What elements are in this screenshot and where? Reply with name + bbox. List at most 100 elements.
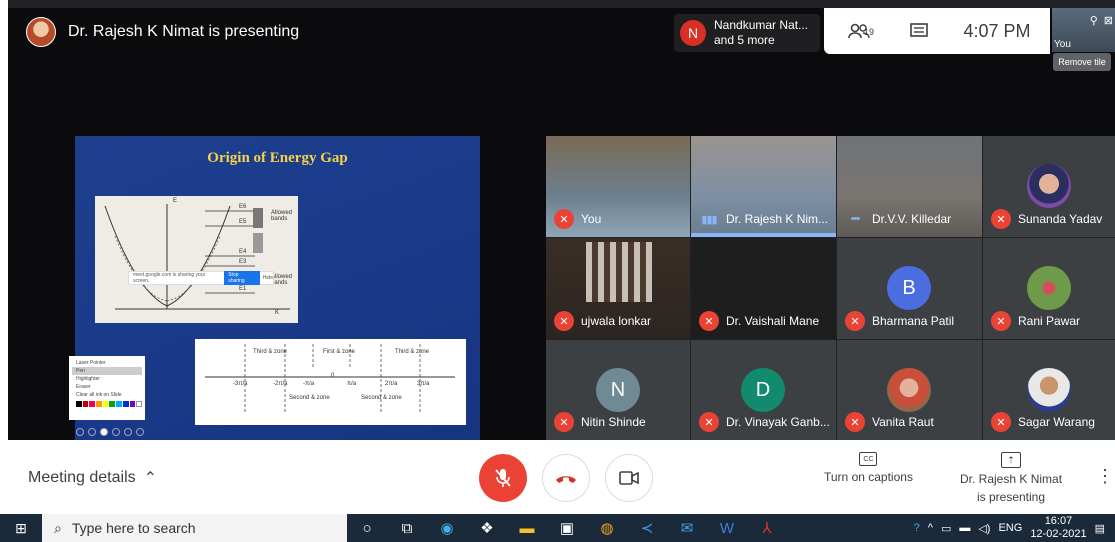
visual-studio-icon[interactable]: ≺	[627, 514, 667, 542]
remove-tile-icon[interactable]: ⊠	[1104, 14, 1113, 27]
chrome-icon[interactable]: ◍	[587, 514, 627, 542]
energy-band-diagram: Allowed bands Allowed bands E6 E5 E4 E3 …	[95, 196, 298, 323]
color-swatch[interactable]	[116, 401, 122, 407]
more-options-icon[interactable]	[136, 428, 144, 436]
camera-icon	[619, 471, 639, 485]
presenting-line1: Dr. Rajesh K Nimat	[960, 472, 1063, 486]
color-swatch[interactable]	[122, 401, 129, 407]
tile-name: ujwala lonkar	[581, 314, 652, 328]
stop-sharing-button[interactable]: Stop sharing	[224, 271, 260, 285]
window-background	[586, 242, 652, 302]
people-count: 19	[864, 27, 875, 37]
participant-tile[interactable]: ••• Dr.V.V. Killedar	[837, 136, 982, 237]
word-icon[interactable]: W	[707, 514, 747, 542]
menu-clear-ink[interactable]: Clear all ink on Slide	[72, 391, 142, 399]
windows-start-icon[interactable]: ⊞	[0, 514, 42, 542]
windows-taskbar: ⊞ ⌕ Type here to search ○ ⧉ ◉ ❖ ▬ ▣ ◍ ≺ …	[0, 514, 1115, 542]
tile-label: ✕ Sagar Warang	[991, 412, 1095, 432]
battery-icon[interactable]: ▬	[959, 522, 970, 534]
task-view-icon[interactable]: ⧉	[387, 514, 427, 542]
menu-highlighter[interactable]: Highlighter	[72, 375, 142, 383]
participant-tile[interactable]: D ✕ Dr. Vinayak Ganb...	[691, 340, 836, 440]
network-icon[interactable]: ▭	[941, 522, 951, 535]
mic-off-icon: ✕	[991, 311, 1011, 331]
volume-icon[interactable]: ◁)	[978, 522, 990, 535]
file-explorer-icon[interactable]: ▬	[507, 514, 547, 542]
participant-grid: ✕ You ▮▮▮ Dr. Rajesh K Nim... ••• Dr.V.V. K…	[546, 136, 1115, 440]
captions-button[interactable]: CC Turn on captions	[824, 452, 913, 484]
end-call-button[interactable]	[542, 454, 590, 502]
participant-letter-avatar: B	[887, 266, 931, 310]
participant-tile[interactable]: ✕ ujwala lonkar	[546, 238, 690, 339]
color-swatch[interactable]	[89, 401, 96, 407]
present-screen-icon: ⇡	[1001, 452, 1022, 468]
help-icon[interactable]: ?	[914, 522, 920, 534]
participant-tile[interactable]: ✕ Rani Pawar	[983, 238, 1115, 339]
taskbar-search[interactable]: ⌕ Type here to search	[42, 514, 347, 542]
prev-slide-icon[interactable]	[76, 428, 84, 436]
next-slide-icon[interactable]	[88, 428, 96, 436]
allowed-bands-label-2: Allowed bands	[271, 274, 293, 286]
cortana-icon[interactable]: ○	[347, 514, 387, 542]
participant-tile[interactable]: ✕ Dr. Vaishali Mane	[691, 238, 836, 339]
color-swatch[interactable]	[102, 401, 109, 407]
mic-off-icon: ✕	[554, 412, 574, 432]
taskbar-clock[interactable]: 16:07 12-02-2021	[1030, 515, 1086, 541]
slides-icon[interactable]	[112, 428, 120, 436]
mic-off-icon: ✕	[699, 412, 719, 432]
camera-toggle-button[interactable]	[605, 454, 653, 502]
color-swatch[interactable]	[136, 401, 142, 407]
color-swatch[interactable]	[109, 401, 116, 407]
people-button[interactable]: 19	[824, 23, 894, 39]
participant-tile[interactable]: B ✕ Bharmana Patil	[837, 238, 982, 339]
slideshow-toolbar	[76, 426, 156, 438]
tile-actions: ⚲ ⊠	[1090, 14, 1113, 27]
edge-icon[interactable]: ◉	[427, 514, 467, 542]
participant-tile[interactable]: N ✕ Nitin Shinde	[546, 340, 690, 440]
color-swatch[interactable]	[76, 401, 82, 407]
meeting-details-label: Meeting details	[28, 469, 136, 486]
captions-label: Turn on captions	[824, 470, 913, 484]
notifications-icon[interactable]: ▤	[1095, 522, 1105, 535]
chat-button[interactable]	[894, 23, 944, 39]
acrobat-icon[interactable]: ⅄	[747, 514, 787, 542]
meeting-details-button[interactable]: Meeting details ⌃	[28, 468, 157, 488]
mic-toggle-button[interactable]	[479, 454, 527, 502]
pill-line1: Nandkumar Nat...	[714, 18, 809, 32]
participant-tile[interactable]: ▮▮▮ Dr. Rajesh K Nim...	[691, 136, 836, 237]
color-swatch[interactable]	[129, 401, 136, 407]
store-icon[interactable]: ▣	[547, 514, 587, 542]
menu-eraser[interactable]: Eraser	[72, 383, 142, 391]
presenting-status-button[interactable]: ⇡ Dr. Rajesh K Nimat is presenting	[960, 452, 1062, 504]
tile-label: ✕ ujwala lonkar	[554, 311, 651, 331]
participants-pill[interactable]: N Nandkumar Nat... and 5 more	[674, 14, 820, 52]
level-e3: E3	[239, 259, 247, 265]
menu-laser-pointer[interactable]: Laser Pointer	[72, 359, 142, 367]
tile-name: Vanita Raut	[872, 415, 934, 429]
chevron-up-icon[interactable]: ^	[928, 522, 933, 534]
participant-tile[interactable]: ✕ Sunanda Yadav	[983, 136, 1115, 237]
tile-name: Dr. Vaishali Mane	[726, 314, 820, 328]
participant-tile[interactable]: ✕ Sagar Warang	[983, 340, 1115, 440]
participant-tile[interactable]: ✕ Vanita Raut	[837, 340, 982, 440]
zone-label-1: Third & zone	[253, 349, 288, 355]
participant-tile[interactable]: ✕ You	[546, 136, 690, 237]
color-swatch[interactable]	[96, 401, 102, 407]
active-speaker-indicator	[691, 233, 836, 237]
menu-pen[interactable]: Pen	[72, 367, 142, 375]
language-indicator[interactable]: ENG	[998, 522, 1022, 534]
participant-photo-avatar	[1027, 368, 1071, 412]
screen-share-bar: meet.google.com is sharing your screen. …	[128, 271, 274, 285]
more-options-icon[interactable]: ⋮	[1096, 466, 1114, 487]
level-e4: E4	[239, 249, 247, 255]
color-swatch[interactable]	[82, 401, 89, 407]
pin-icon[interactable]: ⚲	[1090, 14, 1098, 27]
pen-icon[interactable]	[100, 428, 108, 436]
system-tray: ? ^ ▭ ▬ ◁) ENG 16:07 12-02-2021 ▤	[914, 514, 1115, 542]
dropbox-icon[interactable]: ❖	[467, 514, 507, 542]
zoom-icon[interactable]	[124, 428, 132, 436]
self-view-tile[interactable]: ⚲ ⊠ You	[1052, 8, 1115, 52]
tile-label: ✕ Dr. Vinayak Ganb...	[699, 412, 830, 432]
hide-button[interactable]: Hide	[263, 275, 273, 281]
mail-icon[interactable]: ✉	[667, 514, 707, 542]
